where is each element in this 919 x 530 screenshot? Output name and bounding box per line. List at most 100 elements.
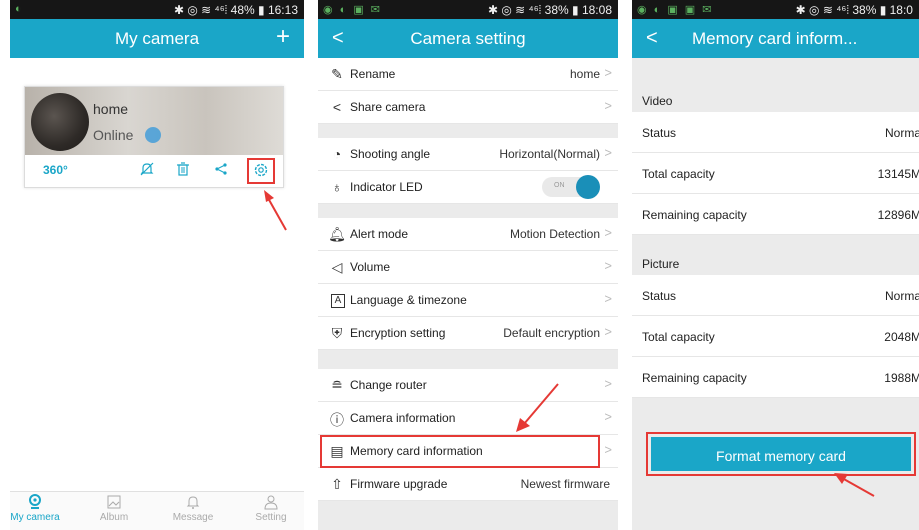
status-left-icons: ◐ [15, 3, 24, 15]
toggle-state-label: ON [554, 182, 565, 189]
chevron-right-icon: > [604, 324, 612, 339]
row-value: Newest firmware [520, 477, 610, 491]
picture-section-heading: Picture [632, 235, 919, 275]
chevron-right-icon: > [604, 258, 612, 273]
nav-setting[interactable]: Setting [236, 494, 304, 523]
chevron-right-icon: > [604, 65, 612, 80]
status-bar: ◐ ✱ ◎ ≋ ⁴⁶⦙ 48% ▮ 16:13 [10, 0, 304, 19]
album-icon [79, 494, 149, 512]
row-label: Rename [350, 67, 396, 81]
plus-icon[interactable]: + [276, 23, 290, 51]
camera-avatar [31, 93, 89, 151]
volume-row[interactable]: ◁ Volume > [318, 251, 618, 284]
gear-icon[interactable] [252, 161, 270, 184]
camera-thumbnail[interactable]: home Online [25, 87, 283, 155]
share-icon: < [332, 99, 342, 115]
camera-information-row[interactable]: ⓘ Camera information > [318, 402, 618, 435]
page-title: Memory card inform... [692, 29, 858, 48]
camera-name: home [93, 101, 129, 117]
back-chevron-icon[interactable]: < [646, 27, 658, 50]
video-total-capacity-row: Total capacity 13145M [632, 153, 919, 194]
trash-icon[interactable] [175, 161, 191, 182]
memory-card-screen: ◉ ◐ ▣ ▣ ✉ ✱ ◎ ≋ ⁴⁶⦙ 38% ▮ 18:0 < Memory … [632, 0, 919, 530]
bell-icon [158, 494, 228, 512]
chevron-right-icon: > [604, 98, 612, 113]
annotation-arrow [516, 383, 559, 432]
encryption-setting-row[interactable]: ⛨ Encryption setting Default encryption … [318, 317, 618, 350]
bell-icon: 🔔︎ [328, 226, 346, 242]
row-label: Language & timezone [350, 293, 467, 307]
row-value: home [569, 67, 600, 81]
router-icon: ≘ [331, 377, 343, 393]
nav-my-camera[interactable]: My camera [10, 494, 70, 523]
language-timezone-row[interactable]: A Language & timezone > [318, 284, 618, 317]
row-value: 12896M [877, 208, 919, 222]
rename-row[interactable]: ✎ Rename home > [318, 58, 618, 91]
chevron-right-icon: > [604, 145, 612, 160]
row-label: Indicator LED [350, 180, 423, 194]
memory-card-information-row[interactable]: ▤ Memory card information > [318, 435, 618, 468]
language-icon: A [331, 294, 345, 308]
row-label: Remaining capacity [642, 371, 747, 385]
memory-info-list: Video Status Norma Total capacity 13145M… [632, 78, 919, 398]
section-title: Picture [642, 257, 680, 271]
picture-total-capacity-row: Total capacity 2048M [632, 316, 919, 357]
sd-card-icon: ▤ [330, 443, 344, 459]
section-gap [318, 124, 618, 138]
camera-icon [10, 494, 70, 512]
nav-label: Message [172, 512, 214, 523]
section-gap [318, 204, 618, 218]
chevron-right-icon: > [604, 376, 612, 391]
row-label: Firmware upgrade [350, 477, 448, 491]
chevron-right-icon: > [604, 409, 612, 424]
video-remaining-capacity-row: Remaining capacity 12896M [632, 194, 919, 235]
edit-icon: ✎ [331, 66, 343, 82]
nav-message[interactable]: Message [158, 494, 228, 523]
info-icon: ⓘ [330, 412, 344, 428]
alert-mode-row[interactable]: 🔔︎ Alert mode Motion Detection > [318, 218, 618, 251]
panorama-360-icon[interactable]: 360° [43, 163, 68, 177]
page-title: My camera [114, 29, 200, 48]
nav-label: Setting [255, 512, 287, 523]
row-label: Shooting angle [350, 147, 431, 161]
row-value: Default encryption [503, 326, 600, 340]
nav-label: My camera [10, 512, 60, 523]
chevron-right-icon: > [604, 225, 612, 240]
format-memory-card-button[interactable]: Format memory card [651, 437, 911, 471]
row-label: Alert mode [350, 227, 409, 241]
nav-album[interactable]: Album [79, 494, 149, 523]
video-status-row: Status Norma [632, 112, 919, 153]
bottom-navigation: My camera Album Message Setting [10, 491, 304, 530]
row-value: 2048M [884, 330, 919, 344]
shield-icon: ⛨ [331, 325, 343, 341]
change-router-row[interactable]: ≘ Change router > [318, 369, 618, 402]
row-value: 1988M [884, 371, 919, 385]
shooting-angle-row[interactable]: ◔ Shooting angle Horizontal(Normal) > [318, 138, 618, 171]
speaker-icon: ◁ [331, 259, 343, 275]
bulb-icon: ♁ [331, 179, 343, 195]
led-toggle[interactable]: ON [542, 175, 600, 199]
share-icon[interactable] [213, 161, 229, 182]
status-right-info: ✱ ◎ ≋ ⁴⁶⦙ 38% ▮ 18:08 [487, 3, 612, 17]
mute-bell-icon[interactable] [139, 161, 155, 182]
camera-card[interactable]: home Online 360° [24, 86, 284, 188]
status-bar: ◉ ◐ ▣ ▣ ✉ ✱ ◎ ≋ ⁴⁶⦙ 38% ▮ 18:0 [632, 0, 919, 19]
title-bar: My camera + [10, 19, 304, 58]
picture-status-row: Status Norma [632, 275, 919, 316]
row-value: Horizontal(Normal) [499, 147, 600, 161]
picture-remaining-capacity-row: Remaining capacity 1988M [632, 357, 919, 398]
person-icon [236, 494, 304, 512]
nav-label: Album [99, 512, 129, 523]
row-label: Total capacity [642, 330, 715, 344]
share-camera-row[interactable]: < Share camera > [318, 91, 618, 124]
page-title: Camera setting [410, 29, 526, 48]
annotation-arrow [264, 190, 287, 231]
settings-list: ✎ Rename home > < Share camera > ◔ Shoot… [318, 58, 618, 501]
row-label: Share camera [350, 100, 426, 114]
row-label: Encryption setting [350, 326, 446, 340]
row-value: Norma [884, 289, 919, 303]
firmware-upgrade-row[interactable]: ⇧ Firmware upgrade Newest firmware [318, 468, 618, 501]
indicator-led-row: ♁ Indicator LED ON [318, 171, 618, 204]
row-label: Status [642, 289, 677, 303]
title-bar: < Memory card inform... [632, 19, 919, 58]
